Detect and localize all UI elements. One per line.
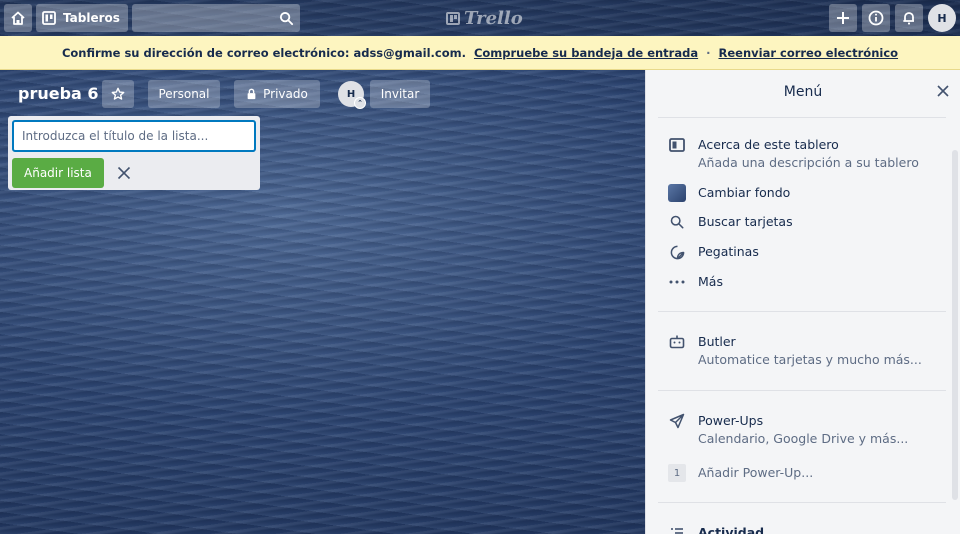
menu-item-about[interactable]: Acerca de este tablero Añada una descrip… [668,136,919,172]
user-avatar[interactable]: H [928,4,956,32]
menu-divider [658,311,946,312]
menu-item-search-cards[interactable]: Buscar tarjetas [668,213,793,231]
menu-divider [658,117,946,118]
invite-button[interactable]: Invitar [370,80,430,108]
home-button[interactable] [4,4,32,32]
butler-robot-icon [668,333,686,351]
menu-scrollbar[interactable] [952,150,958,500]
boards-button[interactable]: Tableros [36,4,128,32]
member-initial: H [346,88,356,100]
menu-item-activity[interactable]: Actividad [668,524,764,534]
add-list-composer: Añadir lista [8,116,260,190]
star-icon [111,87,125,100]
menu-item-add-powerup[interactable]: 1 Añadir Power-Up... [668,464,813,482]
trello-logo-icon [446,12,460,25]
menu-butler-title: Butler [698,334,736,349]
notifications-button[interactable] [895,4,923,32]
menu-about-title: Acerca de este tablero [698,137,839,152]
menu-activity-label: Actividad [698,525,765,534]
logo-text: Trello [464,8,523,29]
visibility-label: Privado [263,87,308,101]
visibility-button[interactable]: Privado [234,80,320,108]
member-avatar[interactable]: H ⌃ [338,81,366,109]
sticker-icon [668,243,686,261]
plus-icon [837,12,849,24]
add-list-button[interactable]: Añadir lista [12,158,104,188]
menu-item-change-background[interactable]: Cambiar fondo [668,184,790,202]
personal-button[interactable]: Personal [148,80,220,108]
board-menu: Menú Acerca de este tablero Añada una de… [645,70,960,534]
search-icon [279,11,293,25]
boards-icon [42,11,56,25]
star-button[interactable] [102,80,134,108]
menu-item-butler[interactable]: Butler Automatice tarjetas y mucho más..… [668,333,922,369]
menu-divider [658,390,946,391]
list-title-input[interactable] [12,120,256,152]
create-button[interactable] [829,4,857,32]
boards-label: Tableros [63,11,120,25]
admin-chevron-icon: ⌃ [354,97,366,109]
resend-email-link[interactable]: Reenviar correo electrónico [718,46,898,60]
board-title[interactable]: prueba 6 [18,84,99,103]
banner-message: Confirme su dirección de correo electrón… [61,45,466,60]
menu-item-stickers[interactable]: Pegatinas [668,243,759,261]
more-dots-icon [668,273,686,291]
menu-title: Menú [783,84,823,100]
menu-about-subtitle: Añada una descripción a su tablero [698,155,919,170]
search-input[interactable] [131,4,300,32]
lock-icon [247,88,256,100]
menu-add-powerup-label: Añadir Power-Up... [698,465,814,480]
menu-divider [658,502,946,503]
menu-powerups-subtitle: Calendario, Google Drive y más... [698,431,909,446]
close-icon [117,166,130,180]
board-icon [668,136,686,154]
menu-more-label: Más [698,274,723,289]
top-header: Tableros Trello H [0,0,960,36]
home-icon [11,11,25,25]
menu-item-more[interactable]: Más [668,273,723,291]
info-button[interactable] [862,4,890,32]
background-swatch-icon [668,184,686,202]
menu-powerups-title: Power-Ups [698,413,764,428]
rocket-icon [668,412,686,430]
search-icon [668,213,686,231]
info-icon [868,10,884,26]
menu-butler-subtitle: Automatice tarjetas y mucho más... [698,352,922,367]
bell-icon [903,12,914,25]
trello-logo[interactable]: Trello [446,8,523,29]
menu-stickers-label: Pegatinas [698,244,759,259]
powerup-count-badge: 1 [668,464,686,482]
menu-change-bg-label: Cambiar fondo [698,185,791,200]
cancel-add-list-button[interactable] [116,165,132,181]
email-confirm-banner: Confirme su dirección de correo electrón… [0,36,960,70]
menu-close-button[interactable] [936,84,950,102]
banner-separator: · [706,45,711,60]
menu-item-powerups[interactable]: Power-Ups Calendario, Google Drive y más… [668,412,908,448]
activity-list-icon [668,524,686,534]
close-icon [937,85,949,97]
check-inbox-link[interactable]: Compruebe su bandeja de entrada [474,46,698,60]
menu-header: Menú [646,70,960,114]
menu-search-cards-label: Buscar tarjetas [698,214,793,229]
